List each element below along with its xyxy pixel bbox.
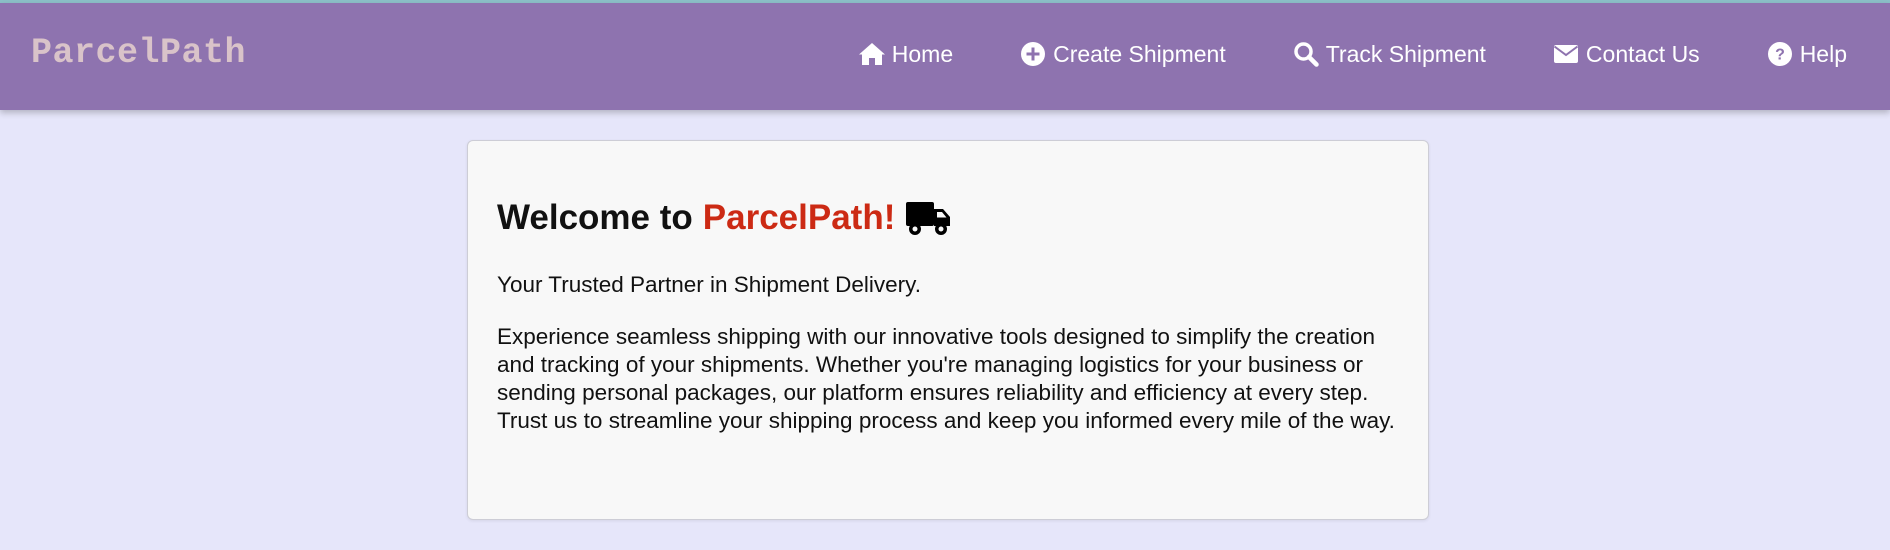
nav-contact-us[interactable]: Contact Us <box>1552 40 1700 68</box>
nav-help-label: Help <box>1799 40 1847 67</box>
nav-home[interactable]: Home <box>858 40 953 68</box>
nav-create-shipment-label: Create Shipment <box>1053 40 1226 67</box>
nav-home-label: Home <box>891 40 954 67</box>
truck-icon <box>905 199 951 237</box>
nav-track-shipment[interactable]: Track Shipment <box>1292 40 1486 68</box>
envelope-icon <box>1552 40 1580 68</box>
main-nav: Home Create Shipment Track Shipment Cont… <box>858 40 1847 68</box>
question-circle-icon: ? <box>1766 40 1794 68</box>
nav-track-shipment-label: Track Shipment <box>1325 40 1486 67</box>
svg-text:?: ? <box>1775 47 1785 64</box>
plus-circle-icon <box>1019 40 1047 68</box>
welcome-prefix: Welcome to <box>497 198 693 237</box>
brand-logo[interactable]: ParcelPath <box>31 33 246 73</box>
home-icon <box>858 40 886 68</box>
welcome-brand: ParcelPath! <box>702 198 896 237</box>
nav-create-shipment[interactable]: Create Shipment <box>1019 40 1226 68</box>
tagline: Your Trusted Partner in Shipment Deliver… <box>497 272 921 297</box>
search-icon <box>1292 40 1320 68</box>
nav-contact-us-label: Contact Us <box>1585 40 1700 67</box>
welcome-card: Welcome to ParcelPath! Your Trusted Part… <box>467 140 1429 520</box>
description: Experience seamless shipping with our in… <box>497 324 1395 433</box>
navbar: ParcelPath Home Create Shipment Track Sh… <box>0 3 1890 110</box>
welcome-heading: Welcome to ParcelPath! <box>497 197 1399 239</box>
nav-help[interactable]: ? Help <box>1766 40 1847 68</box>
